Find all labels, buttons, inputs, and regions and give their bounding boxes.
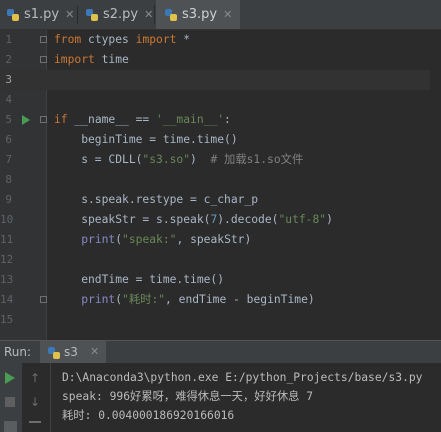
code-line: 5 if __name__ == '__main__': — [0, 110, 441, 130]
line-number: 14 — [0, 293, 14, 306]
code-line: 2 import time — [0, 50, 441, 70]
code-line: 7 s = CDLL("s3.so") # 加载s1.so文件 — [0, 150, 441, 170]
code-line: 14 print("耗时:", endTime - beginTime) — [0, 290, 441, 310]
close-tab-icon[interactable]: ✕ — [223, 8, 232, 21]
code-line: 11 print("speak:", speakStr) — [0, 230, 441, 250]
python-file-icon — [164, 8, 178, 22]
editor-scrollbar[interactable] — [430, 30, 441, 340]
close-tab-icon[interactable]: ✕ — [65, 8, 74, 21]
up-arrow-icon[interactable]: ↑ — [30, 371, 40, 385]
line-number: 5 — [5, 113, 12, 126]
line-number: 15 — [0, 313, 14, 326]
fold-icon[interactable] — [40, 296, 47, 303]
editor-tab-bar: s1.py ✕ s2.py ✕ s3.py ✕ — [0, 0, 441, 30]
line-number: 11 — [0, 233, 14, 246]
close-tab-icon[interactable]: ✕ — [144, 8, 153, 21]
fold-icon[interactable] — [40, 36, 47, 43]
code-line: 12 — [0, 250, 441, 270]
code-line: 8 — [0, 170, 441, 190]
down-arrow-icon[interactable]: ↓ — [30, 395, 40, 409]
code-line: 15 — [0, 310, 441, 330]
run-toolbar-left — [0, 363, 22, 432]
line-number: 4 — [5, 93, 12, 106]
tab-separator — [154, 5, 155, 24]
run-tab-label: s3 — [64, 345, 78, 359]
line-number: 12 — [0, 253, 14, 266]
console-output-line: 耗时: 0.004000186920166016 — [62, 409, 235, 422]
python-file-icon — [6, 8, 20, 22]
line-number: 3 — [5, 73, 12, 86]
line-number: 10 — [0, 213, 14, 226]
line-number: 7 — [5, 153, 12, 166]
python-file-icon — [85, 8, 99, 22]
fold-icon[interactable] — [40, 116, 47, 123]
layout-icon[interactable] — [4, 421, 17, 432]
line-number: 2 — [5, 53, 12, 66]
run-panel-title: Run: — [4, 345, 32, 359]
line-number: 9 — [5, 193, 12, 206]
code-line-current: 3 — [0, 70, 441, 90]
code-line: 4 — [0, 90, 441, 110]
close-run-tab-icon[interactable]: ✕ — [90, 341, 99, 363]
line-number: 13 — [0, 273, 14, 286]
console-command-line: D:\Anaconda3\python.exe E:/python_Projec… — [62, 371, 423, 384]
console-output-line: speak: 996好累呀，难得休息一天，好好休息 7 — [62, 390, 314, 403]
tab-label: s3.py — [182, 7, 218, 22]
line-number: 1 — [5, 33, 12, 46]
tab-s2[interactable]: s2.py ✕ — [79, 0, 155, 29]
run-gutter-icon[interactable] — [22, 115, 30, 125]
code-line: 10 speakStr = s.speak(7).decode("utf-8") — [0, 210, 441, 230]
code-editor[interactable]: 1 from ctypes import * 2 import time 3 4… — [0, 30, 441, 340]
run-toolbar-right: ↑ ↓ — [23, 363, 51, 432]
tab-label: s2.py — [103, 7, 139, 22]
stop-icon[interactable] — [5, 397, 15, 407]
code-line: 6 beginTime = time.time() — [0, 130, 441, 150]
run-panel-header: Run: s3 ✕ — [0, 341, 441, 363]
tab-separator — [77, 5, 78, 24]
code-line: 9 s.speak.restype = c_char_p — [0, 190, 441, 210]
tab-s1[interactable]: s1.py ✕ — [0, 0, 78, 29]
tab-s3[interactable]: s3.py ✕ — [156, 0, 240, 29]
python-file-icon — [47, 345, 61, 364]
code-line: 1 from ctypes import * — [0, 30, 441, 50]
rerun-icon[interactable] — [5, 372, 15, 384]
code-line: 13 endTime = time.time() — [0, 270, 441, 290]
line-number: 8 — [5, 173, 12, 186]
fold-icon[interactable] — [40, 56, 47, 63]
tab-label: s1.py — [24, 7, 60, 22]
line-number: 6 — [5, 133, 12, 146]
soft-wrap-icon[interactable] — [29, 421, 41, 432]
